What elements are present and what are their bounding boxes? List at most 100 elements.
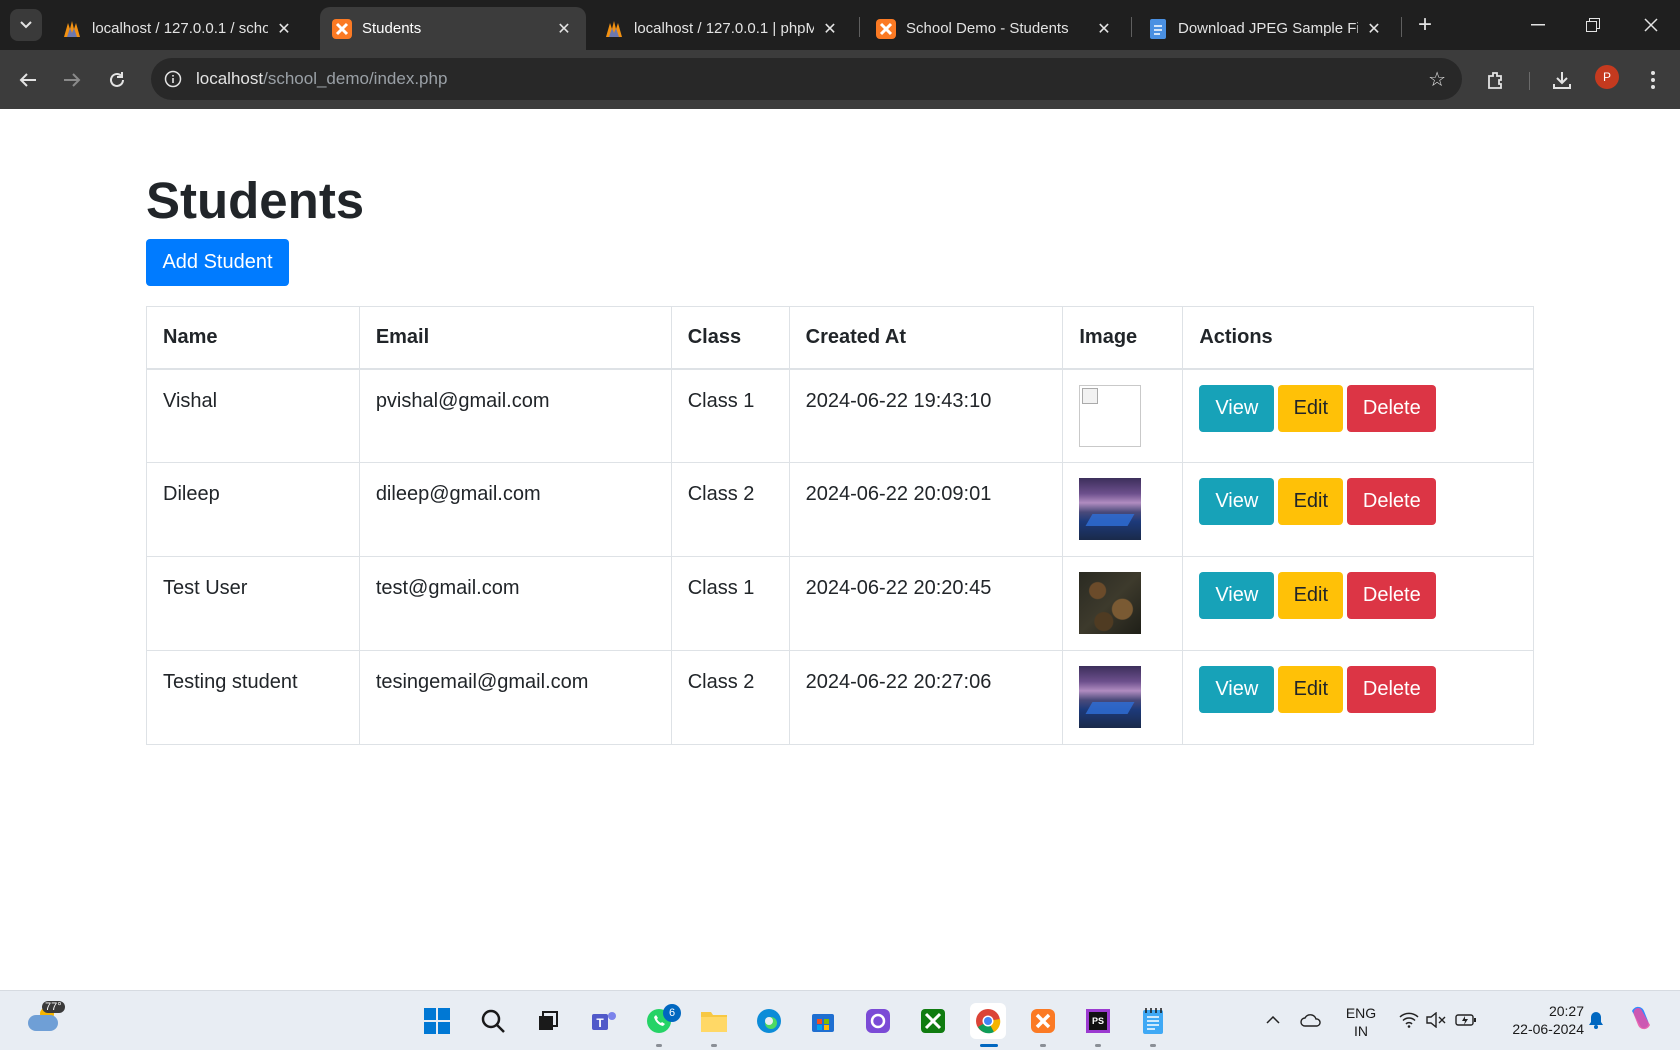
download-icon[interactable]: [1545, 63, 1579, 97]
close-icon[interactable]: ✕: [1094, 19, 1114, 39]
tab-separator: [1131, 17, 1132, 37]
student-name: Testing student: [146, 650, 360, 745]
file-explorer-icon[interactable]: [696, 1003, 732, 1039]
url-text[interactable]: localhost/school_demo/index.php: [196, 69, 447, 89]
close-icon[interactable]: ✕: [820, 19, 840, 39]
task-view-icon[interactable]: [530, 1003, 566, 1039]
delete-button[interactable]: Delete: [1347, 666, 1437, 713]
student-image-cell: [1062, 650, 1184, 745]
delete-button[interactable]: Delete: [1347, 384, 1437, 432]
delete-button[interactable]: Delete: [1347, 572, 1437, 619]
student-actions: View Edit Delete: [1182, 556, 1534, 651]
clock[interactable]: 20:27 22-06-2024: [1492, 1002, 1584, 1038]
student-created-at: 2024-06-22 19:43:10: [788, 368, 1064, 463]
address-bar[interactable]: localhost/school_demo/index.php ☆: [151, 58, 1462, 100]
copilot-icon[interactable]: [1626, 1003, 1656, 1033]
view-button[interactable]: View: [1199, 572, 1275, 619]
notification-bell-icon[interactable]: [1585, 1009, 1607, 1031]
battery-icon[interactable]: [1455, 1009, 1477, 1031]
phpmyadmin-icon: [62, 19, 82, 39]
whatsapp-icon[interactable]: 6: [641, 1003, 681, 1039]
restore-icon[interactable]: [1573, 8, 1613, 42]
weather-widget[interactable]: 77°: [24, 1001, 65, 1041]
xbox-icon[interactable]: [915, 1003, 951, 1039]
teams-icon[interactable]: T: [586, 1003, 622, 1039]
tab-separator: [859, 17, 860, 37]
student-name: Dileep: [146, 462, 360, 557]
student-created-at: 2024-06-22 20:20:45: [788, 556, 1064, 651]
xampp-icon: [876, 18, 896, 39]
menu-icon[interactable]: [1636, 63, 1670, 97]
student-email: dileep@gmail.com: [358, 462, 672, 557]
clock-time: 20:27: [1548, 1003, 1584, 1019]
chrome-icon[interactable]: [970, 1003, 1006, 1039]
forward-icon[interactable]: [55, 63, 89, 97]
add-student-button[interactable]: Add Student: [146, 239, 289, 286]
weather-temperature: 77°: [42, 1001, 65, 1013]
search-icon[interactable]: [475, 1003, 511, 1039]
delete-button[interactable]: Delete: [1347, 478, 1437, 525]
student-name: Vishal: [146, 368, 360, 463]
view-button[interactable]: View: [1199, 478, 1275, 525]
student-class: Class 2: [670, 650, 790, 745]
photos-icon[interactable]: [860, 1003, 896, 1039]
url-host: localhost: [196, 69, 264, 88]
onedrive-icon[interactable]: [1300, 1009, 1322, 1031]
tab-title: School Demo - Students: [906, 20, 1069, 37]
table-row: Dileep dileep@gmail.com Class 2 2024-06-…: [146, 462, 1534, 557]
extensions-icon[interactable]: [1479, 63, 1513, 97]
student-name: Test User: [146, 556, 360, 651]
close-window-icon[interactable]: [1631, 8, 1671, 42]
student-created-at: 2024-06-22 20:27:06: [788, 650, 1064, 745]
microsoft-store-icon[interactable]: [805, 1003, 841, 1039]
edit-button[interactable]: Edit: [1278, 666, 1344, 713]
edit-button[interactable]: Edit: [1278, 384, 1344, 432]
notepad-icon[interactable]: [1135, 1003, 1171, 1039]
back-icon[interactable]: [11, 63, 45, 97]
minimize-icon[interactable]: [1518, 8, 1558, 42]
student-image-cell: [1062, 462, 1184, 557]
student-photo: [1079, 478, 1142, 540]
column-header-name: Name: [146, 306, 360, 370]
edit-button[interactable]: Edit: [1278, 572, 1344, 619]
close-icon[interactable]: ✕: [1364, 19, 1384, 39]
tab-school-demo[interactable]: School Demo - Students ✕: [864, 7, 1126, 50]
view-button[interactable]: View: [1199, 384, 1275, 432]
bookmark-star-icon[interactable]: ☆: [1428, 67, 1446, 92]
cloud-icon: [28, 1015, 58, 1031]
running-indicator: [1040, 1044, 1046, 1047]
close-icon[interactable]: ✕: [274, 19, 294, 39]
windows-taskbar: 77° T 6 PS ENG IN 20:27 22-06-2024: [0, 990, 1680, 1050]
xampp-icon[interactable]: [1025, 1003, 1061, 1039]
region-code: IN: [1354, 1023, 1368, 1039]
tab-phpmyadmin[interactable]: localhost / 127.0.0.1 | phpM ✕: [592, 7, 852, 50]
student-photo: [1079, 572, 1142, 634]
browser-tabstrip: localhost / 127.0.0.1 / schoo ✕ Students…: [0, 0, 1680, 50]
tab-phpmyadmin-school[interactable]: localhost / 127.0.0.1 / schoo ✕: [50, 7, 306, 50]
site-info-icon[interactable]: [159, 65, 187, 93]
profile-avatar[interactable]: P: [1595, 65, 1619, 89]
close-icon[interactable]: ✕: [554, 19, 574, 39]
student-email: test@gmail.com: [358, 556, 672, 651]
edit-button[interactable]: Edit: [1278, 478, 1344, 525]
phpstorm-icon[interactable]: PS: [1080, 1003, 1116, 1039]
new-tab-button[interactable]: +: [1410, 10, 1440, 40]
tab-title: Students: [362, 20, 422, 37]
svg-text:PS: PS: [1092, 1016, 1104, 1026]
tab-students[interactable]: Students ✕: [320, 7, 586, 50]
browser-toolbar: localhost/school_demo/index.php ☆: [0, 50, 1680, 109]
start-menu-icon[interactable]: [419, 1003, 455, 1039]
notification-badge: 6: [663, 1004, 681, 1022]
view-button[interactable]: View: [1199, 666, 1275, 713]
page-title: Students: [146, 172, 365, 229]
wifi-icon[interactable]: [1398, 1009, 1420, 1031]
volume-muted-icon[interactable]: [1425, 1009, 1447, 1031]
tab-jpeg-sample[interactable]: Download JPEG Sample File ✕: [1136, 7, 1396, 50]
reload-icon[interactable]: [100, 63, 134, 97]
language-indicator[interactable]: ENG IN: [1340, 1004, 1382, 1040]
clock-date: 22-06-2024: [1512, 1021, 1584, 1037]
chevron-up-icon[interactable]: [1262, 1009, 1284, 1031]
tab-search-button[interactable]: [10, 9, 42, 41]
column-header-email: Email: [358, 306, 672, 370]
edge-icon[interactable]: [751, 1003, 787, 1039]
